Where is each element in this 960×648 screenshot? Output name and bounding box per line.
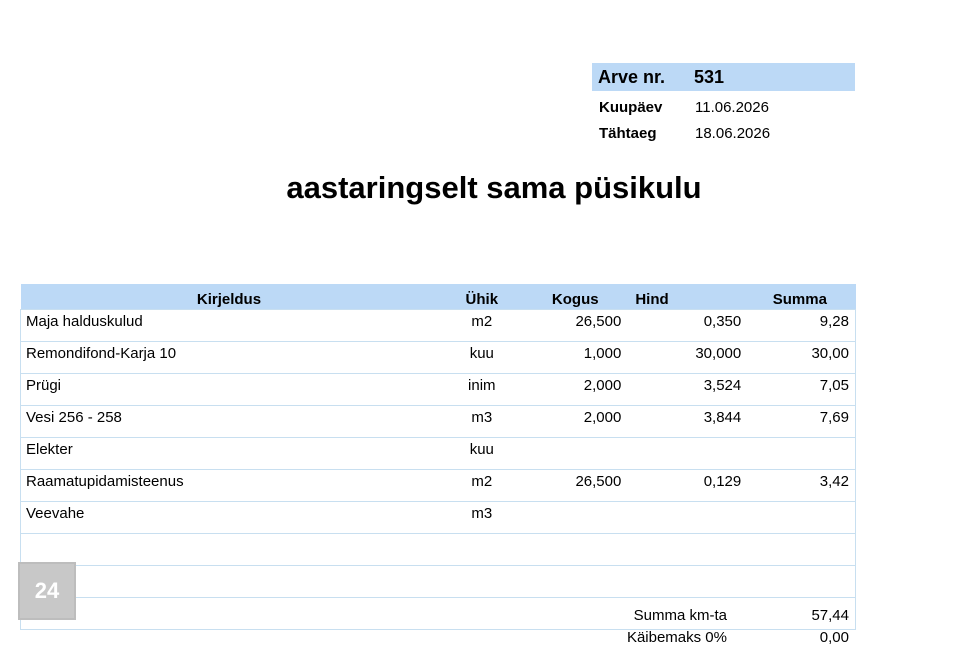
- cell-price: 3,844: [624, 405, 745, 438]
- cell-sum: 9,28: [744, 309, 857, 342]
- cell-description: Elekter: [20, 437, 438, 470]
- vat-row: Käibemaks 0% 0,00: [600, 626, 849, 648]
- cell-quantity: [526, 437, 625, 470]
- cell-sum: 7,69: [744, 405, 857, 438]
- cell-price: [624, 533, 745, 566]
- meta-row-date: Kuupäev 11.06.2026: [592, 97, 855, 117]
- table-row: Elekter kuu: [20, 437, 857, 470]
- table-row: Veevahe m3: [20, 501, 857, 534]
- cell-description: Vesi 256 - 258: [20, 405, 438, 438]
- cell-price: [624, 565, 745, 598]
- cell-unit: kuu: [437, 341, 527, 374]
- cell-price: [624, 501, 745, 534]
- header-sum: Summa: [744, 284, 856, 310]
- cell-unit: m3: [437, 501, 527, 534]
- table-row: Prügi inim 2,000 3,524 7,05: [20, 373, 857, 406]
- total-without-vat-label: Summa km-ta: [633, 606, 727, 624]
- cell-unit: m2: [437, 309, 527, 342]
- table-row: Vesi 256 - 258 m3 2,000 3,844 7,69: [20, 405, 857, 438]
- header-price: Hind: [624, 284, 745, 310]
- cell-quantity: 26,500: [526, 469, 625, 502]
- cell-sum: 7,05: [744, 373, 857, 406]
- cell-quantity: [526, 501, 625, 534]
- cell-price: 0,129: [624, 469, 745, 502]
- cell-description: Remondifond-Karja 10: [20, 341, 438, 374]
- cell-unit: [437, 533, 527, 566]
- table-header-row: Kirjeldus Ühik Kogus Hind Summa: [20, 284, 856, 310]
- table-row: Remondifond-Karja 10 kuu 1,000 30,000 30,00: [20, 341, 857, 374]
- document-title: aastaringselt sama püsikulu: [286, 170, 702, 205]
- cell-price: 0,350: [624, 309, 745, 342]
- vat-label: Käibemaks 0%: [626, 628, 727, 646]
- invoice-number-label: Arve nr.: [598, 66, 666, 87]
- total-without-vat-row: Summa km-ta 57,44: [600, 604, 849, 626]
- header-description: Kirjeldus: [20, 284, 438, 310]
- cell-quantity: 26,500: [526, 309, 625, 342]
- cell-price: 3,524: [624, 373, 745, 406]
- table-row: Raamatupidamisteenus m2 26,500 0,129 3,42: [20, 469, 857, 502]
- cell-sum: [744, 501, 857, 534]
- cell-sum: [744, 565, 857, 598]
- cell-description: [20, 597, 438, 630]
- cell-sum: 3,42: [744, 469, 857, 502]
- cell-sum: 30,00: [744, 341, 857, 374]
- vat-value: 0,00: [819, 628, 849, 646]
- invoice-number-bar: Arve nr. 531: [592, 63, 855, 91]
- meta-row-due: Tähtaeg 18.06.2026: [592, 123, 855, 143]
- cell-unit: inim: [437, 373, 527, 406]
- cell-quantity: 2,000: [526, 373, 625, 406]
- cell-unit: m3: [437, 405, 527, 438]
- cell-description: [20, 533, 438, 566]
- cell-description: Maja halduskulud: [20, 309, 438, 342]
- invoice-header-box: Arve nr. 531 Kuupäev 11.06.2026 Tähtaeg …: [592, 63, 855, 143]
- due-date-value: 18.06.2026: [695, 124, 771, 142]
- header-quantity: Kogus: [526, 284, 625, 310]
- invoice-number: 531: [694, 66, 725, 87]
- cell-quantity: 1,000: [526, 341, 625, 374]
- cell-unit: [437, 565, 527, 598]
- totals-block: Summa km-ta 57,44 Käibemaks 0% 0,00: [600, 604, 849, 648]
- header-unit: Ühik: [437, 284, 527, 310]
- cell-quantity: [526, 533, 625, 566]
- cell-quantity: 2,000: [526, 405, 625, 438]
- cell-price: [624, 437, 745, 470]
- cell-unit: kuu: [437, 437, 527, 470]
- cell-description: Prügi: [20, 373, 438, 406]
- cell-sum: [744, 437, 857, 470]
- total-without-vat-value: 57,44: [811, 606, 849, 624]
- cell-unit: m2: [437, 469, 527, 502]
- table-row: [20, 565, 857, 598]
- cell-description: [20, 565, 438, 598]
- table-row: [20, 533, 857, 566]
- cell-price: 30,000: [624, 341, 745, 374]
- due-date-label: Tähtaeg: [599, 124, 657, 142]
- cell-unit: [437, 597, 527, 630]
- cell-sum: [744, 533, 857, 566]
- cell-quantity: [526, 565, 625, 598]
- date-value: 11.06.2026: [695, 98, 769, 116]
- page-badge: 24: [18, 562, 76, 620]
- date-label: Kuupäev: [599, 98, 663, 116]
- invoice-lines-table: Kirjeldus Ühik Kogus Hind Summa Maja hal…: [20, 284, 857, 630]
- cell-description: Raamatupidamisteenus: [20, 469, 438, 502]
- cell-description: Veevahe: [20, 501, 438, 534]
- table-row: Maja halduskulud m2 26,500 0,350 9,28: [20, 309, 857, 342]
